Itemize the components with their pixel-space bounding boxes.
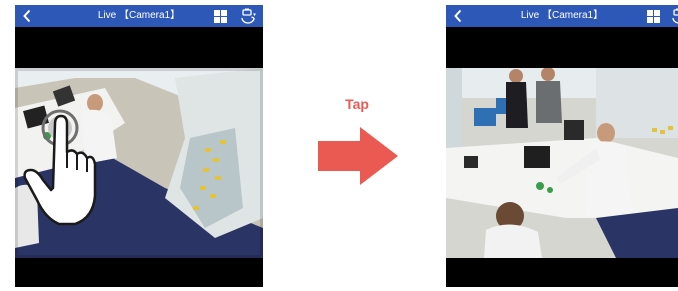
phone-screen-after: Live 【Camera1】 [446, 5, 678, 287]
chevron-left-icon [23, 9, 31, 23]
rotate-button[interactable] [239, 7, 257, 25]
back-button[interactable] [18, 5, 36, 27]
layout-button[interactable] [646, 9, 660, 23]
tap-instruction-label: Tap [345, 96, 369, 112]
right-arrow-icon [318, 127, 398, 185]
grid-icon [213, 9, 227, 23]
page-title: Live 【Camera1】 [520, 10, 604, 21]
header-bar: Live 【Camera1】 [15, 5, 263, 27]
camera-feed-image [15, 68, 263, 258]
layout-button[interactable] [213, 9, 227, 23]
phone-screen-before: Live 【Camera1】 [15, 5, 263, 287]
camera-rotate-icon [241, 8, 256, 24]
camera-feed-image [446, 68, 678, 258]
camera-rotate-icon [672, 8, 678, 24]
back-button[interactable] [449, 5, 467, 27]
rotate-button[interactable] [670, 7, 678, 25]
fisheye-video-view[interactable] [15, 68, 263, 258]
grid-icon [646, 9, 660, 23]
header-bar: Live 【Camera1】 [446, 5, 678, 27]
chevron-left-icon [454, 9, 462, 23]
corrected-video-view[interactable] [446, 68, 678, 258]
